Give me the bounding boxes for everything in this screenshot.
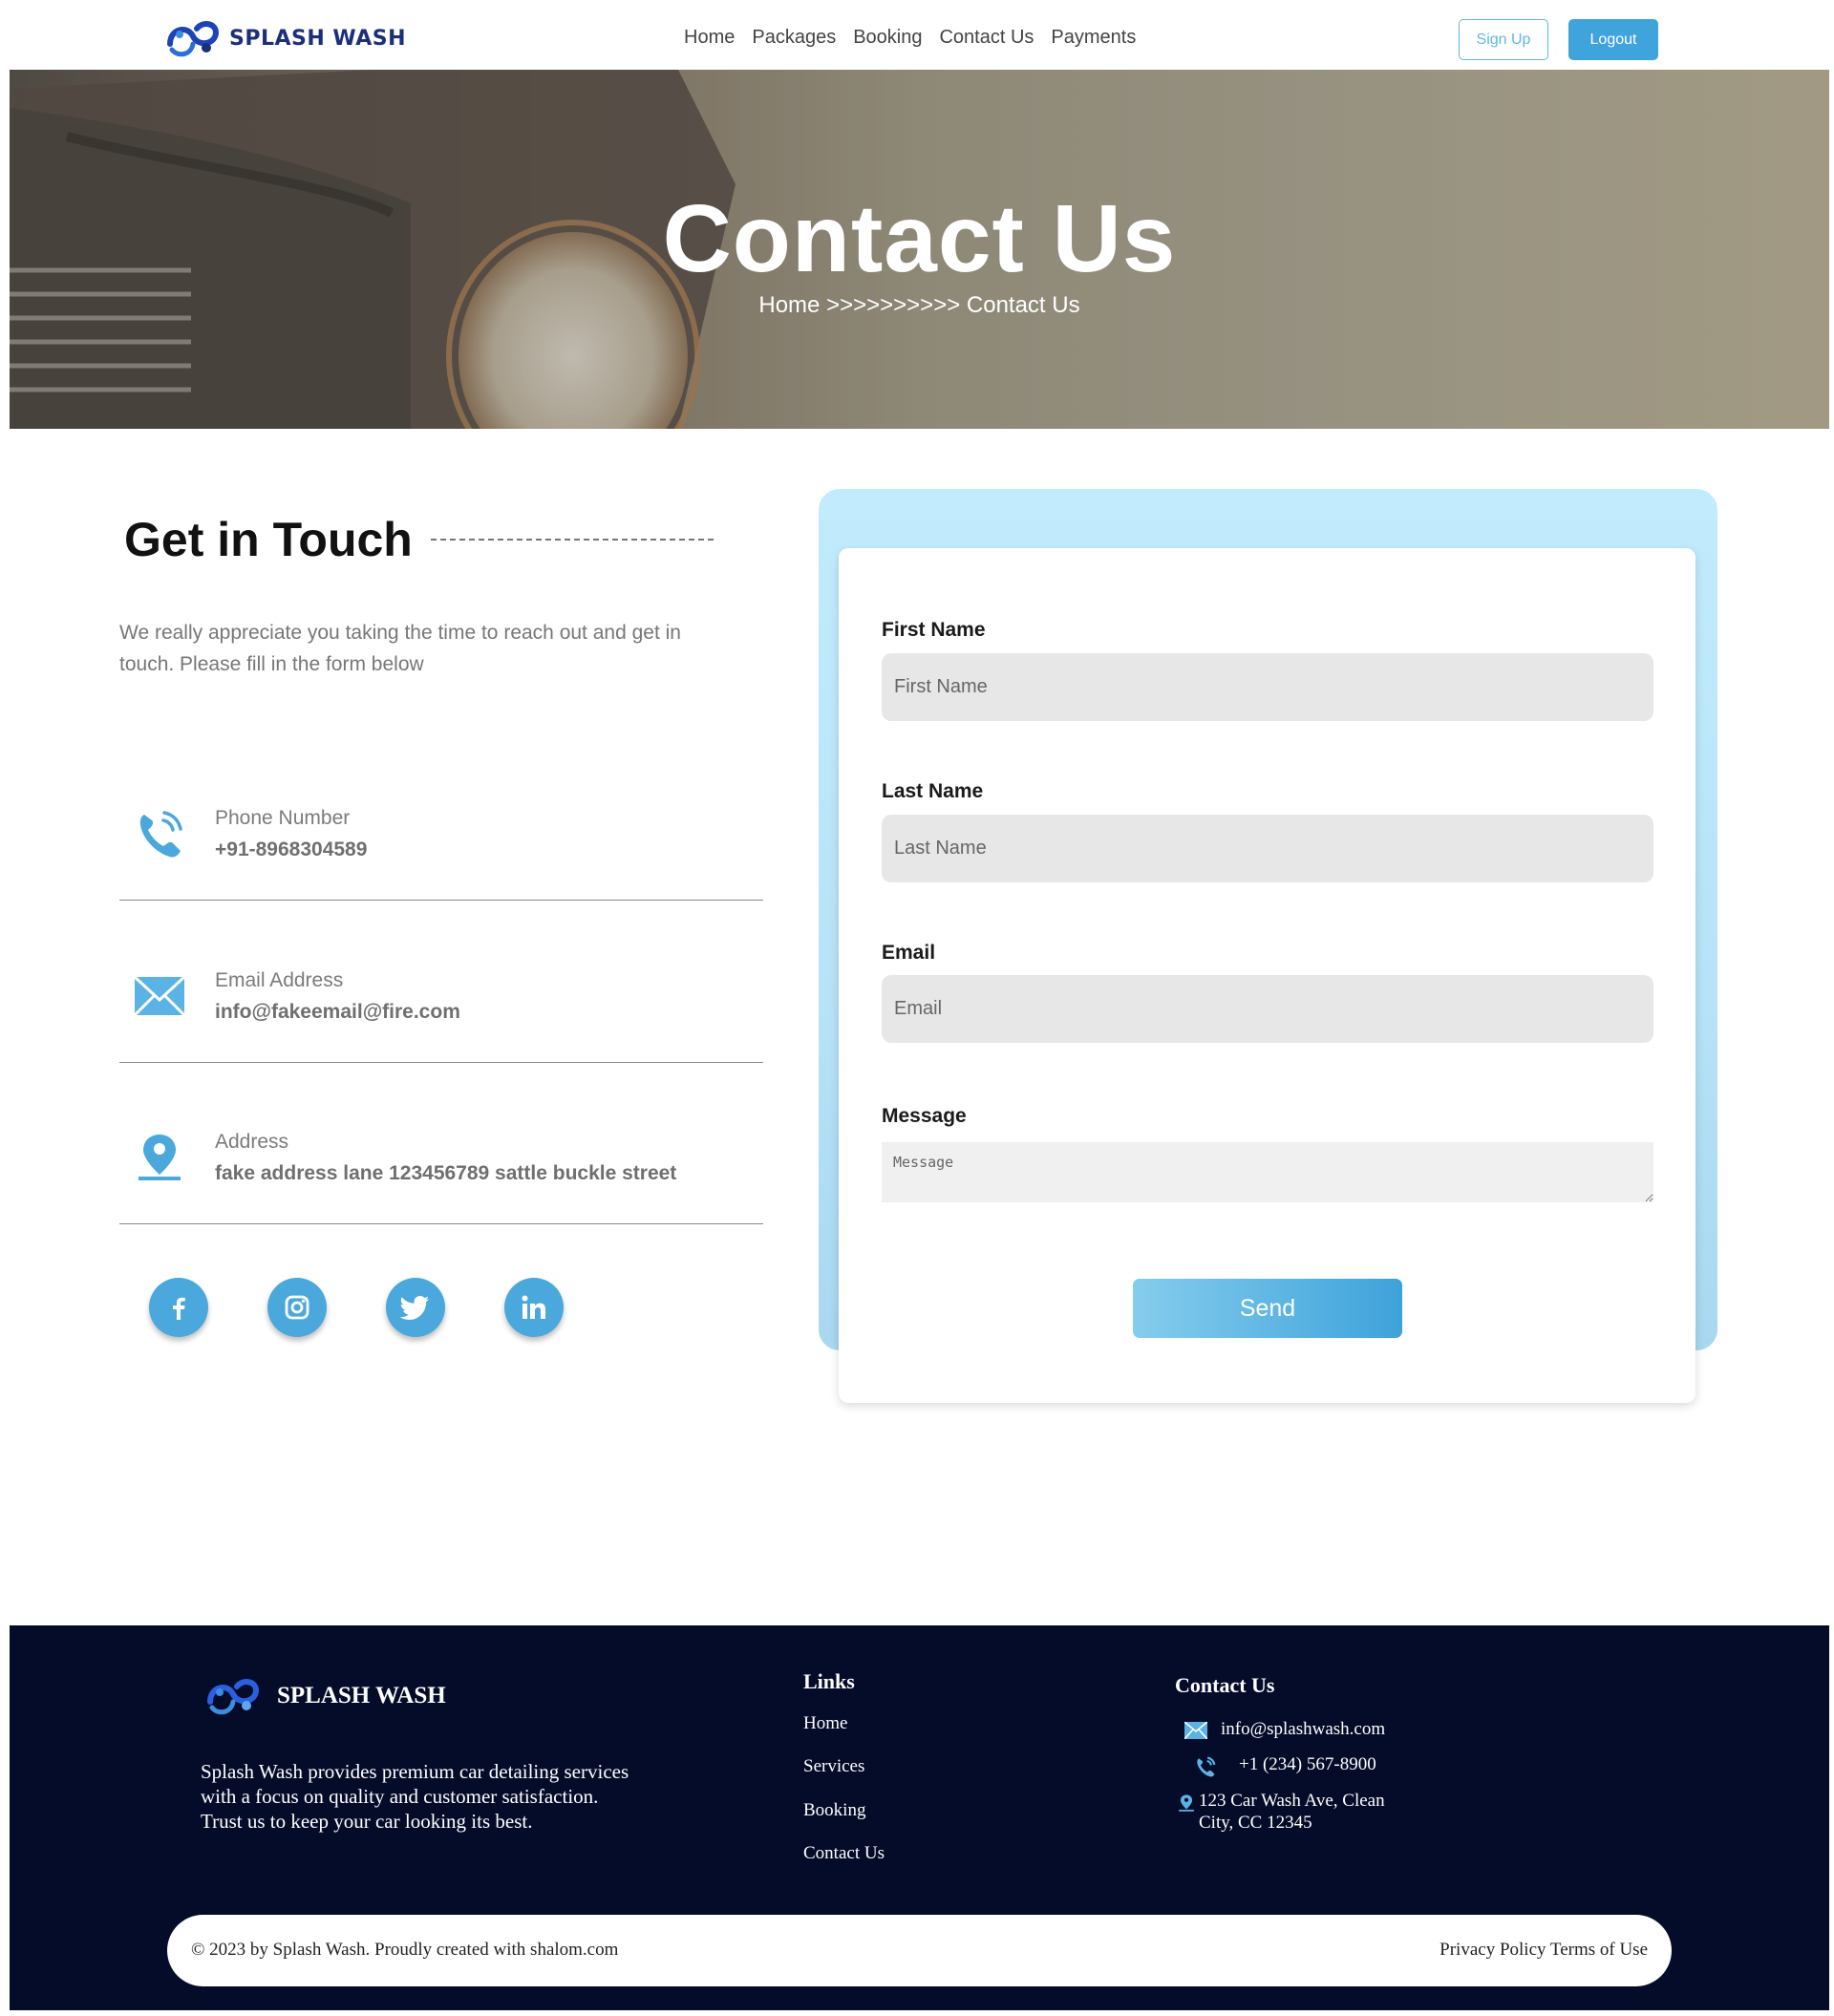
hero-title: Contact Us bbox=[662, 185, 1177, 292]
email-label-form: Email bbox=[882, 942, 936, 964]
sign-up-button[interactable]: Sign Up bbox=[1459, 19, 1548, 60]
footer-email[interactable]: info@splashwash.com bbox=[1221, 1719, 1385, 1740]
facebook-icon bbox=[173, 1297, 185, 1320]
footer-link-booking[interactable]: Booking bbox=[803, 1800, 865, 1821]
location-pin-icon bbox=[139, 1135, 181, 1180]
last-name-label: Last Name bbox=[882, 780, 984, 802]
phone-icon bbox=[1197, 1756, 1216, 1777]
hero-banner: Contact Us Home >>>>>>>>>> Contact Us bbox=[10, 70, 1829, 429]
brand-name: SPLASH WASH bbox=[229, 26, 406, 51]
footer-brand-name: SPLASH WASH bbox=[277, 1683, 446, 1708]
breadcrumb: Home >>>>>>>>>> Contact Us bbox=[758, 292, 1080, 318]
get-in-touch-heading: Get in Touch bbox=[124, 513, 413, 566]
splash-wash-logo-icon bbox=[207, 1679, 260, 1715]
nav-link-home[interactable]: Home bbox=[684, 27, 735, 49]
phone-value: +91-8968304589 bbox=[215, 838, 368, 860]
site-footer: SPLASH WASH Splash Wash provides premium… bbox=[10, 1625, 1829, 2010]
email-input[interactable] bbox=[882, 975, 1653, 1043]
logout-button[interactable]: Logout bbox=[1568, 19, 1658, 60]
main-nav: Home Packages Booking Contact Us Payment… bbox=[684, 27, 1136, 49]
top-navbar: SPLASH WASH Home Packages Booking Contac… bbox=[0, 0, 1834, 70]
footer-phone[interactable]: +1 (234) 567-8900 bbox=[1239, 1754, 1376, 1775]
location-pin-icon bbox=[1179, 1794, 1194, 1812]
instagram-icon bbox=[285, 1295, 309, 1320]
footer-link-home[interactable]: Home bbox=[803, 1713, 847, 1734]
envelope-icon bbox=[133, 975, 186, 1017]
nav-link-packages[interactable]: Packages bbox=[752, 27, 836, 49]
last-name-input[interactable] bbox=[882, 815, 1653, 882]
contact-info-email: Email Address info@fakeemail@fire.com bbox=[119, 901, 763, 1063]
footer-brand[interactable]: SPLASH WASH bbox=[204, 1673, 446, 1719]
brand-logo[interactable]: SPLASH WASH bbox=[164, 15, 406, 61]
social-links bbox=[149, 1278, 564, 1337]
footer-links-heading: Links bbox=[803, 1669, 855, 1693]
legal-links[interactable]: Privacy Policy Terms of Use bbox=[1439, 1940, 1648, 1961]
twitter-icon bbox=[400, 1296, 429, 1320]
copyright-text: © 2023 by Splash Wash. Proudly created w… bbox=[191, 1940, 619, 1960]
phone-label: Phone Number bbox=[215, 807, 351, 829]
footer-link-contact-us[interactable]: Contact Us bbox=[803, 1843, 885, 1864]
first-name-input[interactable] bbox=[882, 653, 1653, 721]
footer-bottom-bar: © 2023 by Splash Wash. Proudly created w… bbox=[167, 1915, 1672, 1986]
instagram-link[interactable] bbox=[267, 1278, 327, 1337]
address-label: Address bbox=[215, 1131, 289, 1153]
nav-link-payments[interactable]: Payments bbox=[1051, 27, 1136, 49]
twitter-link[interactable] bbox=[386, 1278, 445, 1337]
get-in-touch-description: We really appreciate you taking the time… bbox=[119, 622, 681, 675]
email-value: info@fakeemail@fire.com bbox=[215, 1001, 460, 1023]
footer-description: Splash Wash provides premium car detaili… bbox=[201, 1760, 629, 1833]
contact-info-address: Address fake address lane 123456789 satt… bbox=[119, 1062, 763, 1224]
message-textarea[interactable] bbox=[882, 1142, 1653, 1202]
contact-info-phone: Phone Number +91-8968304589 bbox=[119, 738, 763, 901]
heading-dashed-divider bbox=[431, 539, 714, 541]
email-label: Email Address bbox=[215, 969, 344, 991]
splash-wash-logo-icon bbox=[167, 21, 220, 57]
nav-link-contact-us[interactable]: Contact Us bbox=[939, 27, 1034, 49]
send-button[interactable]: Send bbox=[1133, 1279, 1402, 1338]
facebook-link[interactable] bbox=[149, 1278, 208, 1337]
phone-icon bbox=[139, 811, 182, 858]
nav-link-booking[interactable]: Booking bbox=[853, 27, 922, 49]
envelope-icon bbox=[1184, 1722, 1207, 1739]
first-name-label: First Name bbox=[882, 619, 986, 641]
footer-contact-heading: Contact Us bbox=[1175, 1673, 1275, 1697]
linkedin-link[interactable] bbox=[504, 1278, 564, 1337]
address-value: fake address lane 123456789 sattle buckl… bbox=[215, 1162, 677, 1184]
linkedin-icon bbox=[522, 1295, 545, 1319]
footer-address-line1: 123 Car Wash Ave, Clean bbox=[1199, 1791, 1385, 1811]
footer-link-services[interactable]: Services bbox=[803, 1756, 864, 1777]
message-label: Message bbox=[882, 1105, 967, 1127]
footer-address-line2: City, CC 12345 bbox=[1199, 1813, 1312, 1833]
